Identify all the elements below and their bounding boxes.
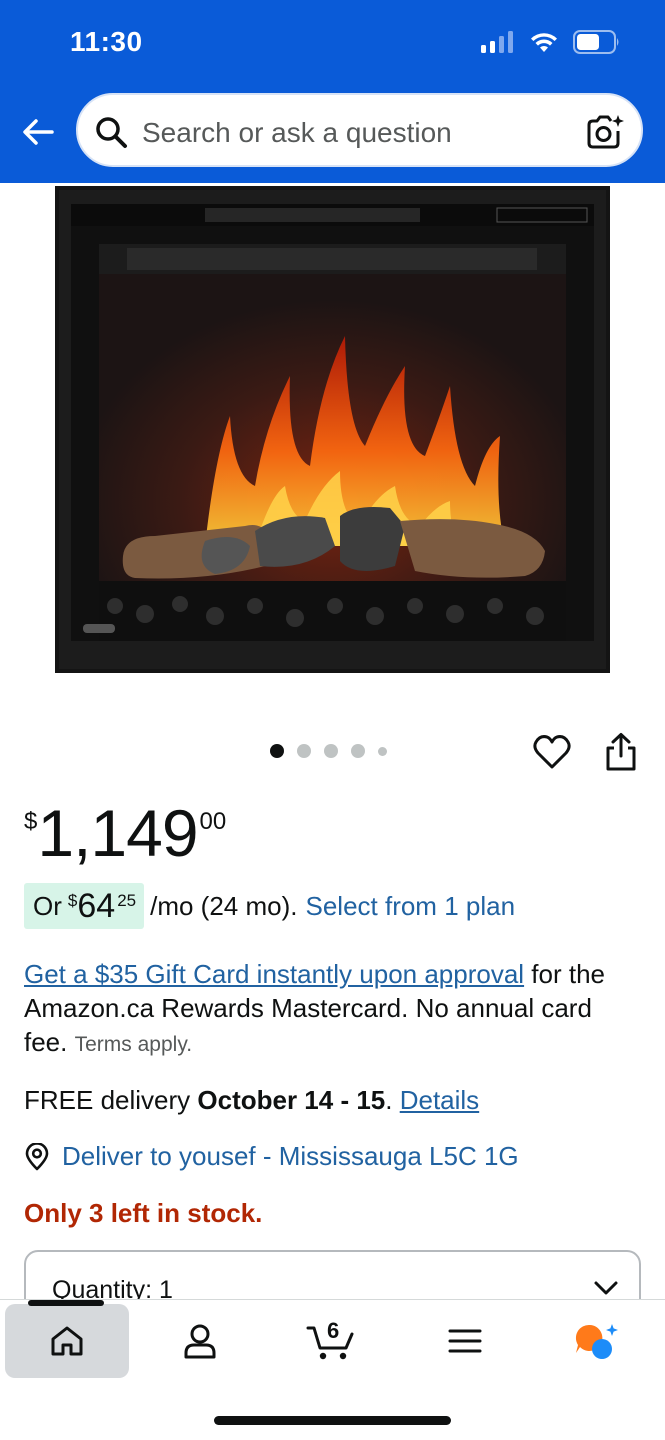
select-plan-link[interactable]: Select from 1 plan: [305, 891, 515, 922]
nav-home[interactable]: [5, 1304, 129, 1378]
price-fraction: 00: [199, 808, 227, 835]
carousel-dot[interactable]: [297, 744, 311, 758]
price-whole: 1,149: [37, 796, 198, 870]
nav-active-indicator: [28, 1300, 104, 1306]
cellular-signal-icon: [481, 31, 513, 53]
delivery-info: FREE delivery October 14 - 15. Details: [24, 1085, 479, 1116]
monthly-payment-row: Or $ 64 25 /mo (24 mo). Select from 1 pl…: [24, 883, 515, 929]
price-symbol: $: [24, 808, 38, 835]
wifi-icon: [531, 33, 557, 52]
stock-status: Only 3 left in stock.: [24, 1198, 263, 1228]
chevron-down-icon: [594, 1281, 618, 1295]
search-input[interactable]: Search or ask a question: [76, 93, 643, 167]
image-carousel-dots[interactable]: [270, 744, 387, 758]
monthly-price-badge: Or $ 64 25: [24, 883, 145, 929]
delivery-prefix: FREE delivery: [24, 1085, 198, 1115]
header: 11:30 Search or ask a question: [0, 0, 665, 183]
rufus-icon: [575, 1324, 618, 1359]
carousel-dot[interactable]: [270, 744, 284, 758]
cart-count-badge: 6: [327, 1318, 340, 1343]
nav-menu[interactable]: [403, 1304, 527, 1378]
nav-cart[interactable]: 6: [270, 1304, 394, 1378]
monthly-symbol: $: [67, 891, 78, 910]
home-icon: [51, 1326, 83, 1356]
delivery-dates: October 14 - 15: [197, 1085, 386, 1115]
carousel-dot[interactable]: [324, 744, 338, 758]
delivery-dot: .: [385, 1085, 400, 1115]
carousel-dot[interactable]: [378, 746, 387, 756]
monthly-whole: 64: [77, 886, 116, 925]
deliver-to-row[interactable]: Deliver to yousef - Mississauga L5C 1G: [24, 1141, 519, 1172]
monthly-fraction: 25: [117, 891, 137, 910]
back-arrow-icon[interactable]: [18, 112, 58, 152]
monthly-prefix: Or: [33, 890, 62, 921]
status-icons: [481, 30, 621, 54]
share-icon[interactable]: [603, 732, 639, 772]
product-price: $ 1,149 00: [24, 800, 226, 866]
gift-card-link[interactable]: Get a $35 Gift Card instantly upon appro…: [24, 959, 524, 989]
product-image[interactable]: [55, 186, 610, 673]
carousel-dot[interactable]: [351, 744, 365, 758]
location-pin-icon: [25, 1142, 49, 1170]
menu-icon: [448, 1329, 482, 1353]
monthly-suffix: /mo (24 mo).: [150, 890, 298, 921]
terms-text[interactable]: Terms apply.: [75, 1033, 192, 1056]
details-link[interactable]: Details: [400, 1085, 479, 1115]
nav-rufus[interactable]: [535, 1304, 659, 1378]
account-icon: [184, 1324, 216, 1359]
search-placeholder: Search or ask a question: [142, 117, 452, 148]
camera-icon[interactable]: [585, 113, 625, 151]
battery-icon: [573, 30, 619, 54]
status-time: 11:30: [70, 26, 143, 57]
heart-icon[interactable]: [532, 733, 572, 771]
gift-card-promo: Get a $35 Gift Card instantly upon appro…: [24, 957, 634, 1062]
deliver-to-text[interactable]: Deliver to yousef - Mississauga L5C 1G: [62, 1141, 519, 1172]
search-icon: [96, 117, 127, 148]
home-indicator: [214, 1416, 451, 1425]
nav-account[interactable]: [138, 1304, 262, 1378]
